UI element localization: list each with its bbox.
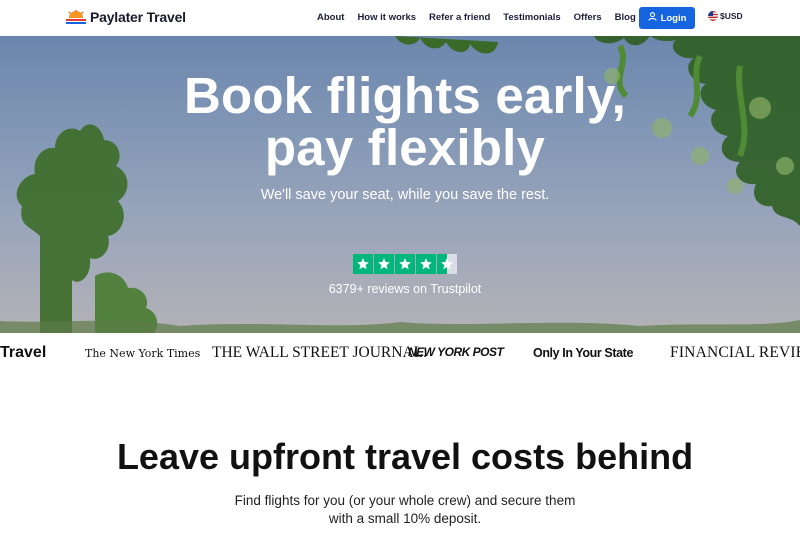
nav-refer-a-friend[interactable]: Refer a friend	[429, 12, 490, 23]
press-logos-strip: Travel The New York Times THE WALL STREE…	[0, 333, 800, 373]
star-icon	[353, 254, 373, 274]
currency-selector[interactable]: $USD	[708, 11, 743, 21]
hero-banner: Book flights early, pay flexibly We'll s…	[0, 36, 800, 333]
hero-title-line-1: Book flights early,	[183, 67, 627, 124]
star-icon	[374, 254, 394, 274]
hero-subtitle: We'll save your seat, while you save the…	[260, 187, 550, 203]
logo-text: Paylater Travel	[90, 9, 186, 25]
site-header: Paylater Travel About How it works Refer…	[0, 0, 800, 36]
main-nav: About How it works Refer a friend Testim…	[317, 12, 649, 23]
currency-label: $USD	[720, 11, 743, 21]
nav-how-it-works[interactable]: How it works	[357, 12, 416, 23]
press-logo-nypost: NEW YORK POST	[408, 345, 504, 359]
press-logo-financial-review: FINANCIAL REVIEW	[670, 344, 800, 361]
section-body: Find flights for you (or your whole crew…	[234, 493, 576, 526]
star-icon	[395, 254, 415, 274]
trustpilot-reviews-link[interactable]: 6379+ reviews on Trustpilot	[0, 282, 800, 296]
hero-title-line-2: pay flexibly	[264, 119, 546, 176]
nav-blog[interactable]: Blog	[615, 12, 636, 23]
half-star-icon	[437, 254, 457, 274]
star-icon	[416, 254, 436, 274]
us-flag-icon	[708, 11, 718, 21]
press-logo-only-in-your-state: Only In Your State	[533, 346, 633, 360]
login-button[interactable]: Login	[639, 7, 695, 29]
sunrise-logo-icon	[66, 10, 86, 24]
section-title: Leave upfront travel costs behind	[116, 436, 694, 477]
press-logo-travel: Travel	[0, 344, 47, 361]
nav-testimonials[interactable]: Testimonials	[503, 12, 560, 23]
press-logo-nytimes: The New York Times	[85, 347, 201, 360]
press-logo-wsj: THE WALL STREET JOURNAL.	[212, 344, 427, 361]
user-icon	[647, 12, 657, 24]
logo[interactable]: Paylater Travel	[66, 9, 186, 25]
login-label: Login	[660, 12, 687, 24]
nav-offers[interactable]: Offers	[574, 12, 602, 23]
nav-about[interactable]: About	[317, 12, 344, 23]
hero-title: Book flights early, pay flexibly	[0, 70, 800, 174]
trustpilot-stars[interactable]	[353, 254, 457, 274]
